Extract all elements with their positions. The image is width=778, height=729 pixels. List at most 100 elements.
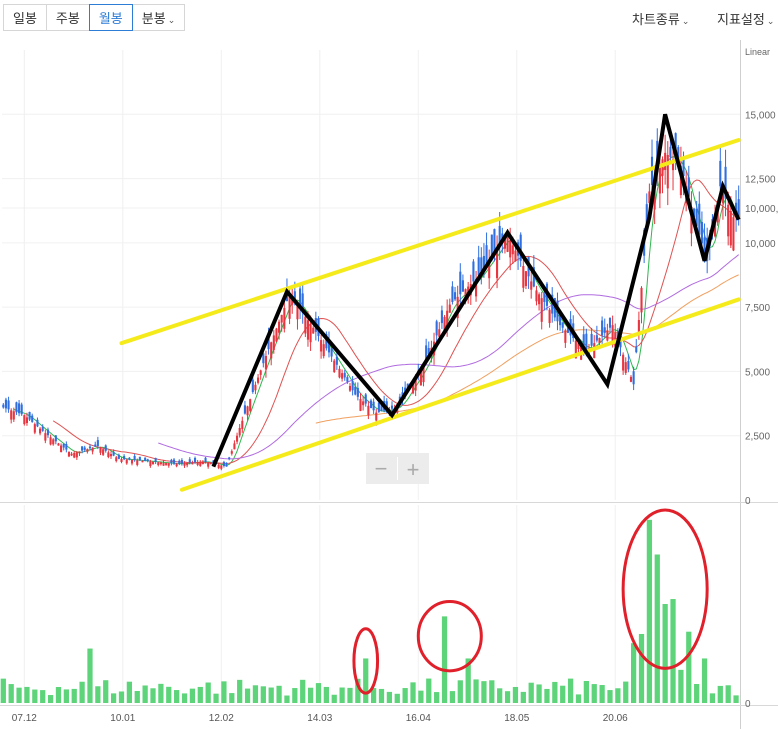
candle-body (540, 298, 543, 322)
volume-bar (150, 688, 156, 703)
candle-body (141, 460, 144, 463)
candle-body (62, 443, 65, 448)
date-tick-label: 20.06 (603, 713, 628, 724)
volume-bar (181, 693, 188, 703)
date-tick-label: 18.05 (504, 713, 529, 724)
candle-body (595, 335, 598, 341)
tab-daily[interactable]: 일봉 (3, 4, 47, 31)
candle-body (52, 439, 55, 445)
volume-bar (16, 687, 22, 703)
candle-body (236, 435, 239, 442)
price-tick-label: 15,000 (745, 110, 776, 121)
volume-bar (504, 691, 511, 703)
tab-minute[interactable]: 분봉 ⌄ (131, 4, 186, 31)
volume-bar (166, 686, 172, 703)
candle-body (608, 318, 612, 328)
candle-body (254, 384, 257, 391)
candle-body (451, 286, 454, 302)
candle-body (207, 462, 210, 467)
candle-body (94, 444, 97, 447)
candle-body (640, 287, 643, 313)
volume-bar (47, 695, 54, 703)
candle-body (144, 457, 147, 461)
candle-body (333, 360, 336, 372)
volume-bar (142, 685, 148, 703)
candle-body (603, 327, 606, 333)
candle-body (335, 356, 338, 365)
volume-bar (441, 616, 448, 703)
candle-body (193, 457, 197, 463)
tab-minute-label: 분봉 (141, 11, 166, 26)
volume-bar (654, 554, 660, 703)
candle-body (459, 271, 462, 295)
tab-weekly[interactable]: 주봉 (45, 4, 90, 31)
candle-body (275, 328, 278, 342)
candle-body (632, 371, 635, 385)
candle-body (729, 210, 732, 246)
volume-bar (528, 682, 534, 703)
candle-body (629, 376, 633, 382)
candle-body (627, 360, 630, 370)
candle-body (601, 320, 604, 336)
volume-bar (174, 690, 180, 703)
candle-body (151, 461, 155, 465)
candle-body (199, 461, 202, 466)
tab-monthly[interactable]: 월봉 (88, 4, 133, 31)
candle-body (341, 373, 344, 379)
candle-body (39, 428, 42, 434)
candle-body (46, 429, 50, 436)
candle-body (390, 405, 394, 409)
candle-body (538, 294, 541, 305)
volume-bar (205, 682, 211, 703)
volume-bar (457, 680, 463, 703)
candle-body (228, 457, 231, 459)
candle-body (201, 461, 204, 464)
volume-bar (307, 687, 314, 703)
chart-type-label: 차트종류 (632, 12, 680, 27)
indicator-settings-menu[interactable]: 지표설정 ⌄ (717, 9, 774, 28)
volume-bar (221, 681, 227, 703)
volume-bar (567, 678, 574, 703)
volume-bar (410, 682, 416, 703)
volume-tick-label: 10,000,0 (745, 204, 778, 215)
candle-body (280, 314, 283, 323)
candle-body (120, 459, 123, 462)
candle-body (448, 304, 451, 313)
candle-body (635, 346, 638, 353)
candle-body (257, 377, 260, 383)
zoom-in-button[interactable]: + (407, 457, 420, 482)
volume-bar (347, 687, 353, 703)
volume-bar (670, 599, 676, 703)
candle-body (453, 292, 457, 300)
volume-bar (63, 689, 69, 703)
candle-body (369, 400, 373, 409)
candle-body (102, 449, 105, 455)
volume-bar (158, 683, 164, 703)
ma20-line (52, 179, 739, 464)
date-tick-label: 14.03 (307, 713, 332, 724)
volume-bar (638, 633, 645, 703)
volume-bar (733, 695, 739, 703)
zoom-out-button[interactable]: − (375, 456, 388, 481)
volume-bar (678, 669, 684, 703)
candle-body (543, 293, 546, 302)
candle-body (175, 464, 178, 467)
candle-body (477, 257, 480, 276)
volume-bar (110, 693, 117, 703)
candle-body (73, 452, 76, 458)
chevron-down-icon: ⌄ (681, 16, 690, 26)
candle-body (86, 449, 89, 452)
candle-body (4, 399, 7, 409)
candle-body (241, 420, 244, 430)
candle-body (666, 155, 669, 189)
volume-bar (197, 686, 203, 703)
chart-type-menu[interactable]: 차트종류 ⌄ (632, 9, 689, 28)
volume-bar (363, 658, 369, 703)
candle-body (230, 451, 233, 454)
candle-body (123, 456, 126, 460)
date-axis: 07.12 10.01 12.02 14.03 16.04 18.05 20.06 (12, 713, 628, 724)
candle-body (54, 435, 57, 442)
candle-body (78, 451, 81, 454)
date-tick-label: 10.01 (110, 713, 135, 724)
candle-body (727, 204, 730, 237)
